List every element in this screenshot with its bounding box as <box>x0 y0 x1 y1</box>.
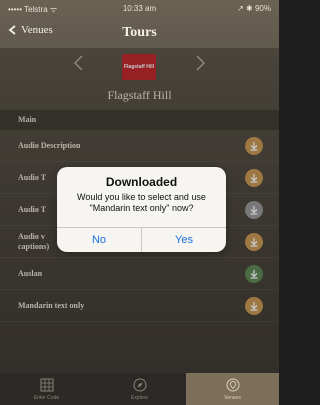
tab-bar: Enter Code Explore Venues <box>0 373 279 405</box>
tab-venues[interactable]: Venues <box>186 373 279 405</box>
alert-buttons: No Yes <box>57 227 226 252</box>
tab-label: Venues <box>224 395 241 401</box>
tab-label: Explore <box>131 395 148 401</box>
app-screen: ••••• Telstra ᯤ 10:33 am ↗ ✱ 90% Venues … <box>0 0 279 405</box>
battery-label: ↗ ✱ 90% <box>237 4 271 13</box>
navigation-bar: Venues Tours <box>0 18 279 48</box>
alert-message: Would you like to select and use "Mandar… <box>77 192 206 213</box>
no-button[interactable]: No <box>57 228 141 252</box>
location-pin-icon <box>226 378 239 392</box>
tab-label: Enter Code <box>33 395 60 401</box>
yes-button[interactable]: Yes <box>141 228 226 252</box>
compass-icon <box>133 378 146 392</box>
tab-enter-code[interactable]: Enter Code <box>0 373 93 405</box>
tab-explore[interactable]: Explore <box>93 373 186 405</box>
status-bar: ••••• Telstra ᯤ 10:33 am ↗ ✱ 90% <box>0 0 279 18</box>
alert-title: Downloaded <box>105 175 178 189</box>
page-title: Tours <box>122 25 157 40</box>
downloaded-alert: Downloaded Would you like to select and … <box>57 167 226 252</box>
keypad-icon <box>40 378 53 392</box>
